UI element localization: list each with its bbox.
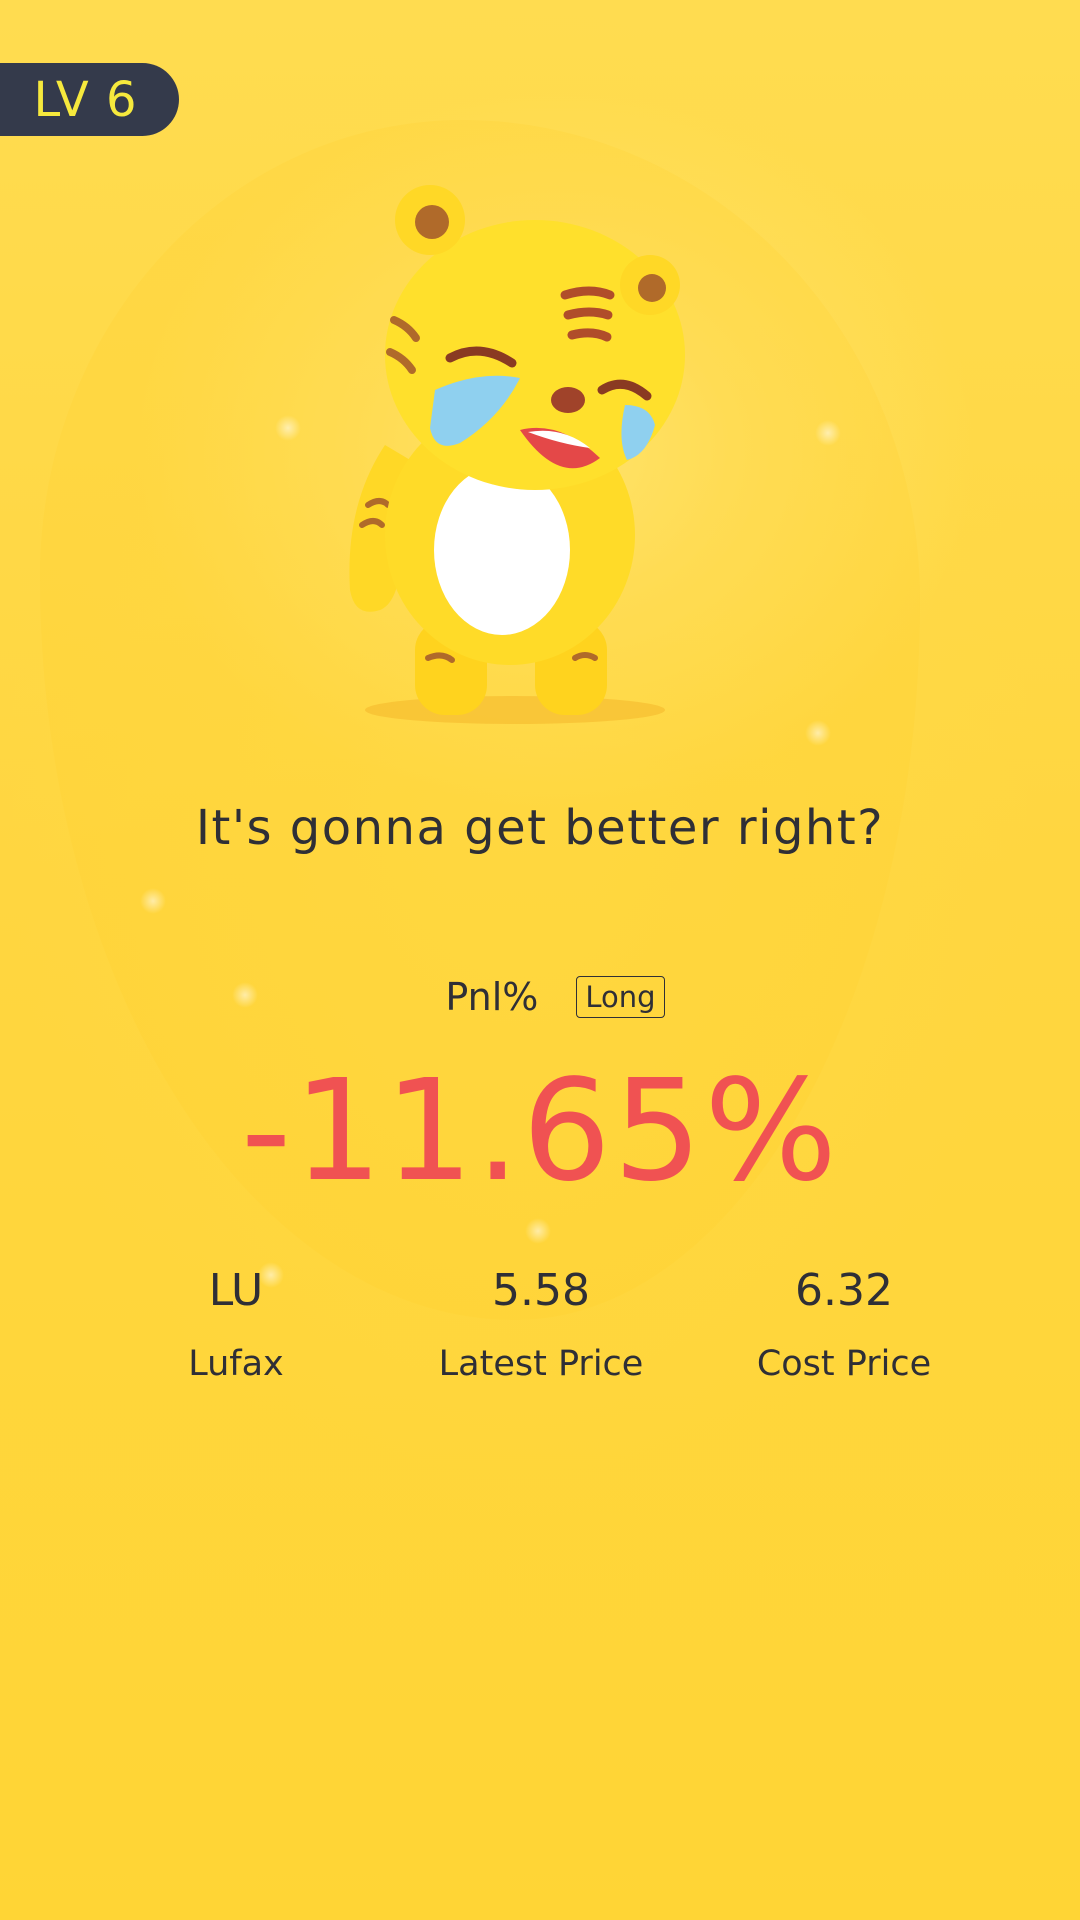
cost-price-label: Cost Price xyxy=(756,1344,932,1384)
sparkle xyxy=(275,415,301,441)
sparkle xyxy=(815,420,841,446)
crying-tiger-mascot-icon xyxy=(349,185,685,724)
ticker-label: Lufax xyxy=(188,1344,284,1384)
pnl-value: -11.65% xyxy=(240,1050,840,1213)
stat-cost-price: 6.32 Cost Price xyxy=(694,1265,994,1384)
sparkle xyxy=(525,1218,551,1244)
pnl-label: Pnl% xyxy=(445,975,539,1019)
sparkle xyxy=(805,720,831,746)
stat-ticker: LU Lufax xyxy=(86,1265,386,1384)
level-badge-label: LV 6 xyxy=(33,71,138,128)
pnl-row: Pnl% Long xyxy=(0,974,1080,1020)
level-badge: LV 6 xyxy=(0,63,179,136)
stat-latest-price: 5.58 Latest Price xyxy=(391,1265,691,1384)
latest-price-label: Latest Price xyxy=(438,1344,644,1384)
position-tag: Long xyxy=(576,976,665,1018)
cost-price-value: 6.32 xyxy=(795,1265,893,1316)
ticker-value: LU xyxy=(208,1265,264,1316)
sparkle xyxy=(140,888,166,914)
headline: It's gonna get better right? xyxy=(195,800,885,856)
latest-price-value: 5.58 xyxy=(492,1265,590,1316)
